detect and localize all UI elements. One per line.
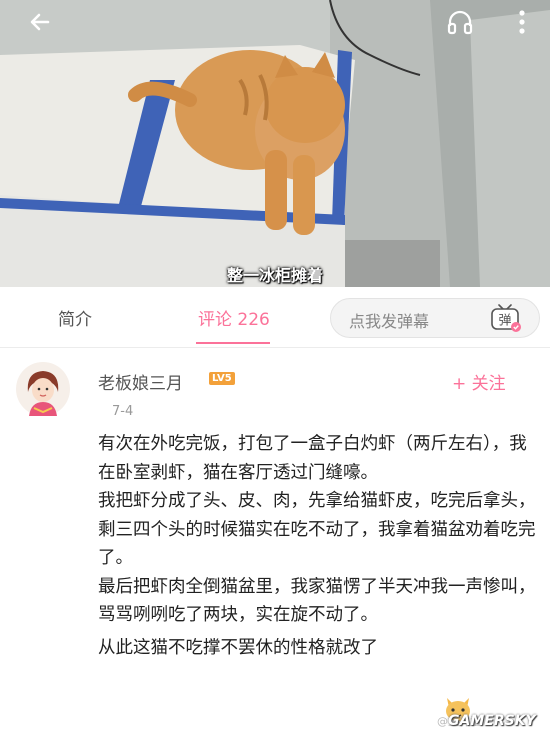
comment-body: 有次在外吃完饭，打包了一盒子白灼虾（两斤左右），我在卧室剥虾，猫在客厅透过门缝嚎… [98,430,538,662]
tab-comments[interactable]: 评论 226 [198,305,270,330]
comment-paragraph: 有次在外吃完饭，打包了一盒子白灼虾（两斤左右），我在卧室剥虾，猫在客厅透过门缝嚎… [98,434,527,483]
more-vertical-icon [519,10,525,34]
video-frame [0,0,550,287]
comment-paragraph: 最后把虾肉全倒猫盆里，我家猫愣了半天冲我一声惨叫，骂骂咧咧吃了两块，实在旋不动了… [98,576,536,626]
comment-paragraph: 我把虾分成了头、皮、肉，先拿给猫虾皮，吃完后拿头，剩三四个头的时候猫实在吃不动了… [98,491,536,568]
more-button[interactable] [506,6,538,38]
comment-date: 7-4 [112,404,134,419]
danmaku-glyph: 弹 [498,314,511,329]
video-subtitle: 整一冰柜摊着 [226,266,323,285]
audio-mode-button[interactable] [444,6,476,38]
headphones-icon [447,10,473,35]
back-arrow-icon [30,13,50,31]
danmaku-tv-icon[interactable]: 弹 [483,302,527,334]
danmaku-input[interactable]: 点我发弹幕 弹 [330,298,540,338]
site-watermark: GAMERSKY [448,713,536,729]
comment-username[interactable]: 老板娘三月 [98,369,183,394]
tab-bar: 简介 评论 226 点我发弹幕 弹 [0,287,550,348]
danmaku-placeholder: 点我发弹幕 [349,312,430,331]
level-badge: LV5 [209,372,235,385]
comment-paragraph: 从此这猫不吃撑不罢休的性格就改了 [98,637,378,658]
back-button[interactable] [24,6,56,38]
follow-button[interactable]: + 关注 [452,369,506,394]
tab-intro[interactable]: 简介 [58,305,92,330]
active-tab-indicator [196,342,270,344]
avatar[interactable] [16,362,70,416]
video-player[interactable]: 整一冰柜摊着 [0,0,550,287]
